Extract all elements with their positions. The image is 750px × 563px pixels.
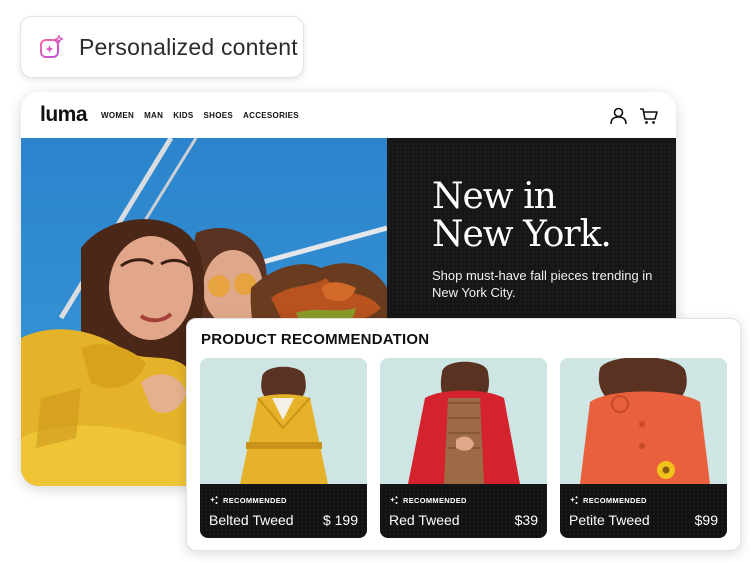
product-price: $99 [694,512,718,528]
sparkle-icon [40,34,64,58]
product-name: Petite Tweed [569,512,650,528]
hero-title-line-1: New in [432,176,557,217]
product-image [200,358,367,484]
product-info: RECOMMENDED Belted Tweed $ 199 [200,484,367,538]
badge-label: RECOMMENDED [583,495,647,505]
nav-item-man[interactable]: MAN [144,111,163,120]
cart-icon[interactable] [639,107,658,125]
sparkle-icon [570,495,579,504]
nav-item-shoes[interactable]: SHOES [204,111,234,120]
sparkle-icon [210,495,219,504]
recommended-badge: RECOMMENDED [389,495,467,505]
nav-item-kids[interactable]: KIDS [173,111,193,120]
recommendation-title: PRODUCT RECOMMENDATION [201,331,430,348]
product-image [560,358,727,484]
product-card-belted-tweed[interactable]: RECOMMENDED Belted Tweed $ 199 [200,358,367,538]
hero-title-line-2: New York. [432,214,612,255]
nav-item-accessories[interactable]: ACCESORIES [243,111,299,120]
badge-label: RECOMMENDED [403,495,467,505]
product-info: RECOMMENDED Petite Tweed $99 [560,484,727,538]
luma-logo[interactable]: luma [40,103,88,127]
product-recommendation-panel: PRODUCT RECOMMENDATION RECOMMENDED Belte… [186,318,741,551]
product-info: RECOMMENDED Red Tweed $39 [380,484,547,538]
product-card-petite-tweed[interactable]: RECOMMENDED Petite Tweed $99 [560,358,727,538]
product-price: $ 199 [322,512,358,528]
user-icon[interactable] [610,107,627,125]
hero-title: New in New York. [432,178,662,254]
chip-label: Personalized content [79,33,298,60]
recommended-badge: RECOMMENDED [569,495,647,505]
nav-links: WOMEN MAN KIDS SHOES ACCESORIES [101,111,299,120]
badge-label: RECOMMENDED [223,495,287,505]
hero-subtitle: Shop must-have fall pieces trending in N… [432,268,653,300]
product-name: Belted Tweed [209,512,294,528]
personalized-content-chip: Personalized content [20,16,304,78]
product-image [380,358,547,484]
sparkle-icon [390,495,399,504]
top-navigation: luma WOMEN MAN KIDS SHOES ACCESORIES [21,92,676,138]
nav-icons [610,107,658,125]
product-price: $39 [514,512,538,528]
nav-item-women[interactable]: WOMEN [101,111,134,120]
product-name: Red Tweed [389,512,460,528]
recommended-badge: RECOMMENDED [209,495,287,505]
product-card-red-tweed[interactable]: RECOMMENDED Red Tweed $39 [380,358,547,538]
